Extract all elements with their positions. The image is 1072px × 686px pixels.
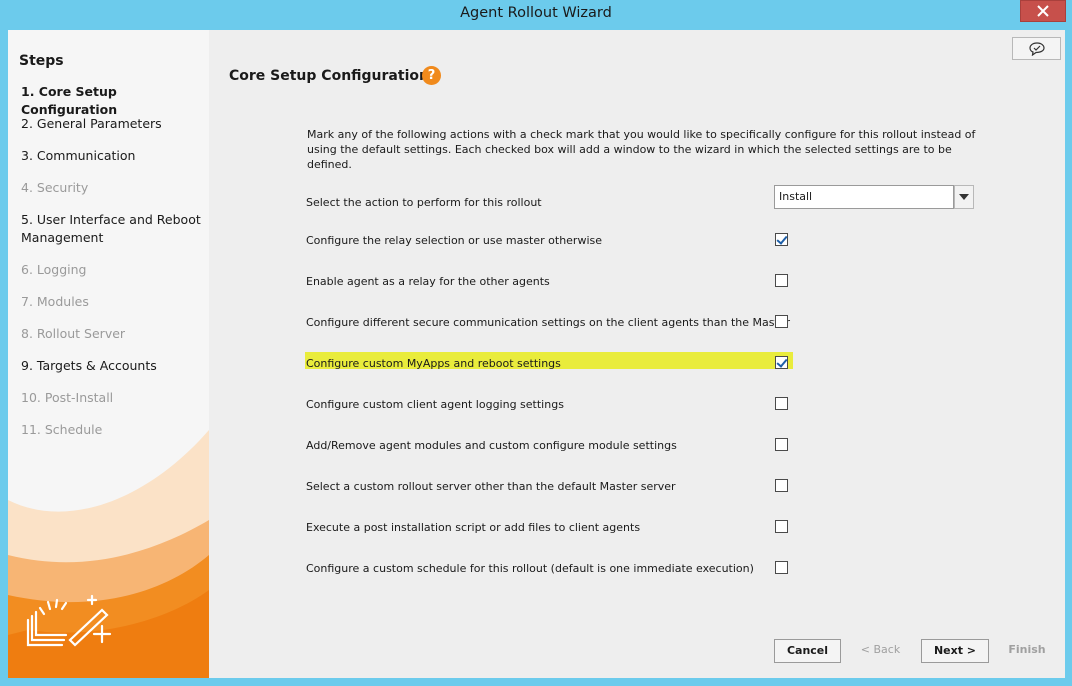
- instructions-text: Mark any of the following actions with a…: [307, 128, 976, 171]
- finish-button: Finish: [1008, 643, 1046, 656]
- step-user-interface-reboot[interactable]: 5. User Interface and Reboot Management: [21, 211, 206, 247]
- step-logging: 6. Logging: [21, 262, 87, 277]
- checkbox-secure-communication[interactable]: [775, 315, 788, 328]
- step-general-parameters[interactable]: 2. General Parameters: [21, 115, 206, 133]
- option-label-enable-relay: Enable agent as a relay for the other ag…: [306, 275, 550, 288]
- step-core-setup[interactable]: 1. Core Setup Configuration: [21, 83, 206, 119]
- step-post-install: 10. Post-Install: [21, 390, 114, 405]
- option-label-schedule: Configure a custom schedule for this rol…: [306, 562, 754, 575]
- title-bar: Agent Rollout Wizard: [0, 0, 1072, 30]
- option-label-rollout-server: Select a custom rollout server other tha…: [306, 480, 676, 493]
- step-communication[interactable]: 3. Communication: [21, 147, 206, 165]
- step-schedule: 11. Schedule: [21, 422, 103, 437]
- checkbox-rollout-server[interactable]: [775, 479, 788, 492]
- steps-heading: Steps: [19, 53, 64, 69]
- checkbox-enable-relay[interactable]: [775, 274, 788, 287]
- window-title: Agent Rollout Wizard: [460, 5, 612, 21]
- action-select-label: Select the action to perform for this ro…: [306, 196, 542, 209]
- checkbox-logging[interactable]: [775, 397, 788, 410]
- option-label-myapps-reboot: Configure custom MyApps and reboot setti…: [306, 357, 561, 370]
- wand-logo: [26, 594, 112, 647]
- checkbox-schedule[interactable]: [775, 561, 788, 574]
- help-icon[interactable]: ?: [422, 66, 441, 85]
- step-rollout-server: 8. Rollout Server: [21, 326, 126, 341]
- option-label-logging: Configure custom client agent logging se…: [306, 398, 564, 411]
- next-button[interactable]: Next >: [921, 639, 989, 663]
- close-button[interactable]: [1020, 0, 1066, 22]
- option-label-relay-selection: Configure the relay selection or use mas…: [306, 234, 603, 247]
- chevron-down-icon: [959, 194, 969, 200]
- close-icon: [1037, 5, 1049, 17]
- main-content: Core Setup Configuration ? Mark any of t…: [209, 30, 1065, 678]
- wizard-window: Steps 1. Core Setup Configuration 2. Gen…: [8, 30, 1065, 678]
- steps-sidebar: Steps 1. Core Setup Configuration 2. Gen…: [8, 30, 209, 678]
- step-targets-accounts[interactable]: 9. Targets & Accounts: [21, 357, 206, 375]
- checkbox-post-install[interactable]: [775, 520, 788, 533]
- checkbox-modules[interactable]: [775, 438, 788, 451]
- option-label-secure-communication: Configure different secure communication…: [306, 316, 791, 329]
- option-label-post-install: Execute a post installation script or ad…: [306, 521, 641, 534]
- feedback-icon: [1028, 41, 1045, 56]
- back-button: < Back: [860, 643, 901, 656]
- step-modules: 7. Modules: [21, 294, 89, 309]
- step-security: 4. Security: [21, 180, 89, 195]
- action-select-dropdown-button[interactable]: [954, 185, 974, 209]
- checkbox-relay-selection[interactable]: [775, 233, 788, 246]
- checkbox-myapps-reboot[interactable]: [775, 356, 788, 369]
- feedback-button[interactable]: [1012, 37, 1061, 60]
- option-label-modules: Add/Remove agent modules and custom conf…: [306, 439, 677, 452]
- cancel-button[interactable]: Cancel: [774, 639, 841, 663]
- page-title: Core Setup Configuration: [229, 68, 429, 84]
- action-select[interactable]: Install: [774, 185, 954, 209]
